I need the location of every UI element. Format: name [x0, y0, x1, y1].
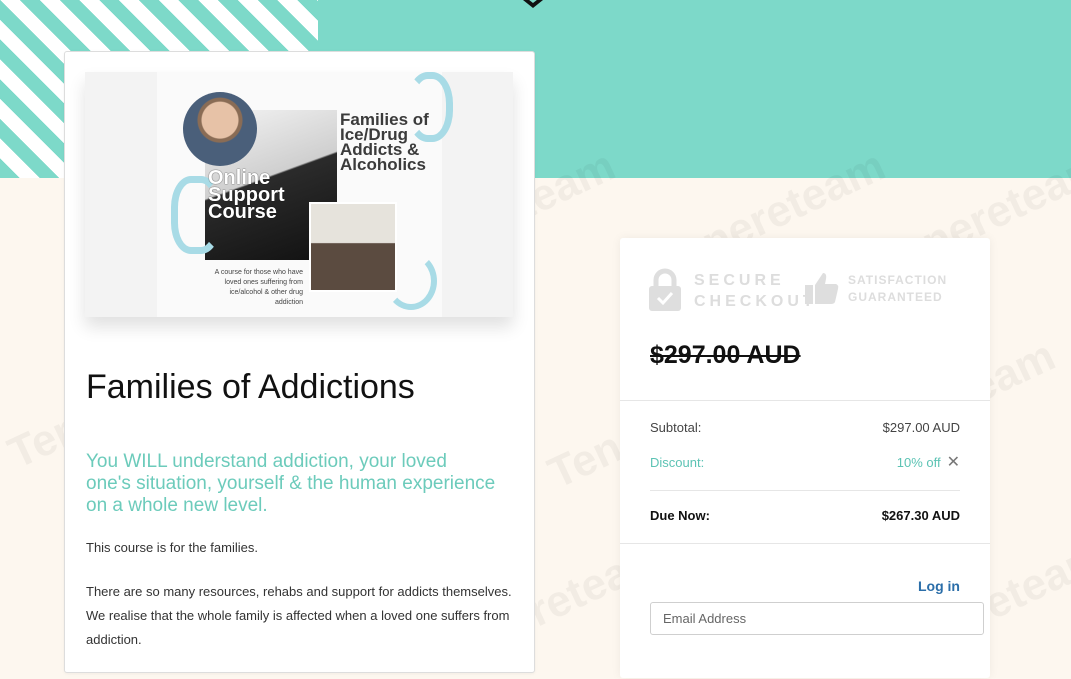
course-title: Families of Addictions: [86, 368, 415, 406]
close-icon[interactable]: ✕: [947, 454, 960, 471]
discount-value: 10% off: [896, 455, 941, 470]
subtotal-value: $297.00 AUD: [882, 420, 960, 435]
lock-icon: [649, 268, 681, 311]
due-now-label: Due Now:: [650, 508, 710, 523]
subtotal-row: Subtotal: $297.00 AUD: [650, 418, 960, 438]
course-description: This course is for the families.: [86, 540, 258, 555]
discount-row: Discount: 10% off ✕: [650, 453, 960, 473]
divider: [650, 490, 960, 491]
hero-heading: Families of Ice/Drug Addicts & Alcoholic…: [340, 110, 429, 174]
course-hero-image: Families of Ice/Drug Addicts & Alcoholic…: [85, 72, 513, 317]
original-price: $297.00 AUD: [650, 341, 801, 369]
trust-badges: SECURE CHECKOUT SATISFACTION GUARANTEED: [620, 238, 990, 318]
due-now-value: $267.30 AUD: [881, 508, 960, 523]
divider: [620, 543, 990, 544]
email-field[interactable]: [650, 602, 984, 635]
checkout-panel: SECURE CHECKOUT SATISFACTION GUARANTEED …: [620, 238, 990, 678]
logo-icon: [523, 0, 543, 8]
secure-checkout-badge: SECURE CHECKOUT: [648, 268, 813, 312]
hero-subheading: Online Support Course: [208, 167, 285, 223]
secure-checkout-text: SECURE CHECKOUT: [694, 272, 817, 310]
course-tagline: You WILL understand addiction, your love…: [86, 451, 496, 516]
divider: [620, 400, 990, 401]
thumbs-up-icon: [805, 273, 839, 304]
hero-photo-portrait: [183, 92, 257, 166]
due-now-row: Due Now: $267.30 AUD: [650, 506, 960, 526]
satisfaction-text: SATISFACTION GUARANTEED: [848, 273, 948, 304]
hero-blurb: A course for those who have loved ones s…: [214, 269, 303, 306]
login-link[interactable]: Log in: [918, 578, 960, 594]
hero-photo-classroom: [309, 202, 397, 292]
course-card: Families of Ice/Drug Addicts & Alcoholic…: [64, 51, 535, 673]
course-description: There are so many resources, rehabs and …: [86, 584, 512, 647]
discount-label: Discount:: [650, 455, 705, 470]
subtotal-label: Subtotal:: [650, 420, 702, 435]
decorative-brush: [385, 252, 437, 310]
satisfaction-badge: SATISFACTION GUARANTEED: [804, 270, 974, 314]
